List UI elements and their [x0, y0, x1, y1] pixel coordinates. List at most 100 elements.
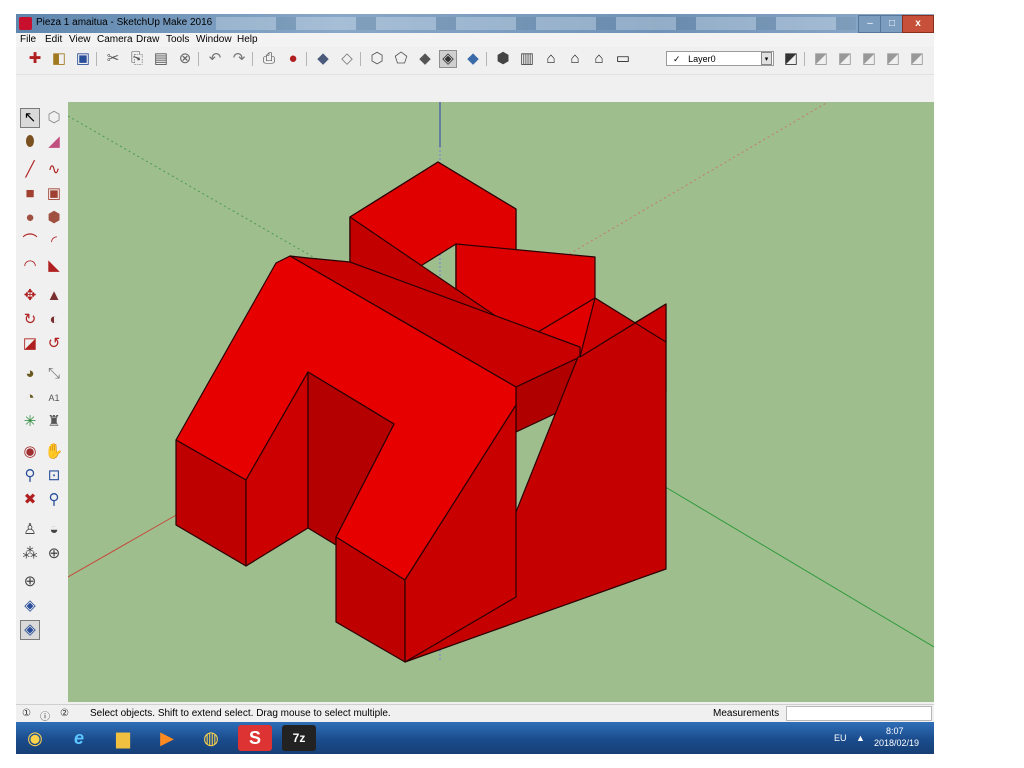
credits-icon[interactable]: ②	[60, 708, 69, 719]
pan-tool-icon[interactable]: ✋	[44, 442, 64, 462]
line-tool-icon[interactable]: ╱	[20, 160, 40, 180]
display-section-cuts-icon[interactable]: ◈	[20, 620, 40, 640]
left-view-icon[interactable]: ▭	[614, 50, 632, 68]
move-tool-icon[interactable]: ✥	[20, 286, 40, 306]
follow-me-icon[interactable]: ◐	[44, 310, 64, 330]
menu-camera[interactable]: Camera	[97, 34, 133, 45]
new-file-icon[interactable]: ✚	[26, 50, 44, 68]
section-plane-icon[interactable]: ⊕	[44, 544, 64, 564]
section-display-icon[interactable]: ◩	[836, 50, 854, 68]
freehand-tool-icon[interactable]: ∿	[44, 160, 64, 180]
push-pull-icon[interactable]: ▲	[44, 286, 64, 306]
back-view-icon[interactable]: ⌂	[590, 50, 608, 68]
circle-tool-icon[interactable]: ●	[20, 208, 40, 228]
zoom-window-icon[interactable]: ⊡	[44, 466, 64, 486]
offset-tool-icon[interactable]: ↺	[44, 334, 64, 354]
info-icon[interactable]: ⓘ	[40, 708, 50, 723]
undo-icon[interactable]: ↶	[206, 50, 224, 68]
maximize-button[interactable]: □	[880, 15, 904, 33]
position-camera-icon[interactable]: ♙	[20, 520, 40, 540]
top-view-icon[interactable]: ▥	[518, 50, 536, 68]
internet-explorer-icon[interactable]: e	[62, 725, 96, 751]
close-button[interactable]: x	[902, 15, 934, 33]
minimize-button[interactable]: –	[858, 15, 882, 33]
start-button-icon[interactable]: ◉	[18, 725, 52, 751]
wireframe-style-icon[interactable]: ⬡	[368, 50, 386, 68]
previous-view-icon[interactable]: ⚲	[44, 490, 64, 510]
polygon-tool-icon[interactable]: ⬢	[44, 208, 64, 228]
look-around-icon[interactable]: ◒	[44, 520, 64, 540]
orbit-tool-icon[interactable]: ◉	[20, 442, 40, 462]
layer-dropdown-button[interactable]: ▾	[761, 52, 772, 65]
tray-arrow-icon[interactable]: ▲	[856, 733, 865, 743]
text-tool-icon[interactable]: A1	[44, 388, 64, 408]
geolocation-icon[interactable]: ①	[22, 708, 31, 719]
chrome-icon[interactable]: ◍	[194, 725, 228, 751]
copy-icon[interactable]: ⎘	[128, 50, 146, 68]
pie-tool-icon[interactable]: ◣	[44, 256, 64, 276]
sketchup-taskbar-icon[interactable]: S	[238, 725, 272, 751]
erase-icon[interactable]: ⊗	[176, 50, 194, 68]
walk-tool-icon[interactable]: ⁂	[20, 544, 40, 564]
display-section-planes-icon[interactable]: ◈	[20, 596, 40, 616]
back-edges-style-icon[interactable]: ◇	[338, 50, 356, 68]
menu-file[interactable]: File	[20, 34, 36, 45]
drawing-viewport[interactable]	[68, 102, 934, 702]
eraser-icon[interactable]: ◢	[44, 132, 64, 152]
menu-draw[interactable]: Draw	[136, 34, 159, 45]
media-player-icon[interactable]: ▶	[150, 725, 184, 751]
section-tool-icon[interactable]: ◩	[812, 50, 830, 68]
paste-icon[interactable]: ▤	[152, 50, 170, 68]
dimension-tool-icon[interactable]: ⤡	[44, 364, 64, 384]
menu-window[interactable]: Window	[196, 34, 232, 45]
section-fill-icon[interactable]: ◩	[884, 50, 902, 68]
rotated-rectangle-icon[interactable]: ▣	[44, 184, 64, 204]
redo-icon[interactable]: ↷	[230, 50, 248, 68]
section-plane-small-icon[interactable]: ⊕	[20, 572, 40, 592]
menu-view[interactable]: View	[69, 34, 91, 45]
menu-edit[interactable]: Edit	[45, 34, 62, 45]
tape-measure-icon[interactable]: ◕	[20, 364, 40, 384]
measurements-input[interactable]	[786, 706, 932, 721]
make-component-icon[interactable]: ⬡	[44, 108, 64, 128]
open-file-icon[interactable]: ◧	[50, 50, 68, 68]
cut-icon[interactable]: ✂	[104, 50, 122, 68]
rotate-tool-icon[interactable]: ↻	[20, 310, 40, 330]
zoom-extents-icon[interactable]: ✖	[20, 490, 40, 510]
section-planes-icon[interactable]: ◩	[908, 50, 926, 68]
menu-help[interactable]: Help	[237, 34, 258, 45]
model-info-icon[interactable]: ●	[284, 50, 302, 68]
3d-text-icon[interactable]: ♜	[44, 412, 64, 432]
language-indicator[interactable]: EU	[834, 733, 847, 743]
monochrome-style-icon[interactable]: ◆	[464, 50, 482, 68]
iso-view-icon[interactable]: ⬢	[494, 50, 512, 68]
right-view-icon[interactable]: ⌂	[566, 50, 584, 68]
front-view-icon[interactable]: ⌂	[542, 50, 560, 68]
section-cuts-icon[interactable]: ◩	[860, 50, 878, 68]
save-icon[interactable]: ▣	[74, 50, 92, 68]
shaded-textures-style-icon[interactable]: ◈	[439, 50, 457, 68]
clock-date[interactable]: 2018/02/19	[874, 738, 919, 748]
rectangle-tool-icon[interactable]: ■	[20, 184, 40, 204]
file-explorer-icon[interactable]: ▆	[106, 725, 140, 751]
red-part-model[interactable]	[175, 161, 667, 663]
hidden-line-style-icon[interactable]: ⬠	[392, 50, 410, 68]
two-point-arc-icon[interactable]: ◜	[44, 232, 64, 252]
zoom-tool-icon[interactable]: ⚲	[20, 466, 40, 486]
protractor-icon[interactable]: ◔	[20, 388, 40, 408]
three-point-arc-icon[interactable]: ◠	[20, 256, 40, 276]
layers-manager-icon[interactable]: ◩	[782, 50, 800, 68]
axes-tool-icon[interactable]: ✳	[20, 412, 40, 432]
print-icon[interactable]: ⎙	[260, 50, 278, 68]
select-tool-icon[interactable]: ↖	[20, 108, 40, 128]
clock-time[interactable]: 8:07	[886, 726, 904, 736]
shaded-style-icon[interactable]: ◆	[416, 50, 434, 68]
layer-selector[interactable]: ✓ Layer0	[666, 51, 774, 66]
arc-tool-icon[interactable]: ⌒	[20, 232, 40, 252]
menu-tools[interactable]: Tools	[166, 34, 189, 45]
7zip-icon[interactable]: 7z	[282, 725, 316, 751]
xray-style-icon[interactable]: ◆	[314, 50, 332, 68]
scale-tool-icon[interactable]: ◪	[20, 334, 40, 354]
paint-bucket-icon[interactable]: ⬮	[20, 132, 40, 152]
model-canvas	[68, 102, 934, 663]
